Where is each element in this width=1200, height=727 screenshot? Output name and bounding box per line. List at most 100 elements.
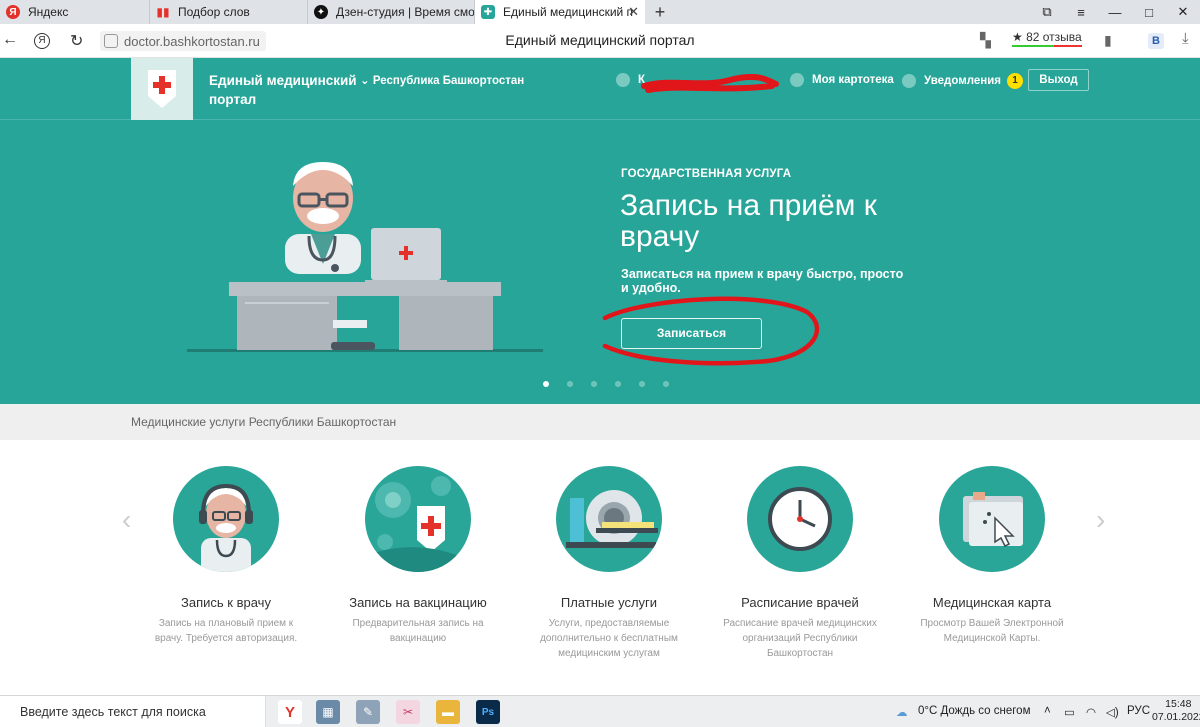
- menu-icon[interactable]: ≡: [1064, 5, 1098, 20]
- slider-dot[interactable]: [543, 381, 549, 387]
- my-card-link[interactable]: Моя картотека: [790, 73, 894, 87]
- tab-title: Единый медицинский п: [503, 5, 634, 19]
- chart-bars-icon: ▮▮: [156, 5, 170, 19]
- weather-icon[interactable]: ☁: [896, 705, 908, 719]
- service-title: Запись к врачу: [181, 595, 271, 610]
- file-explorer-taskbar-icon[interactable]: ▬: [436, 700, 460, 724]
- medical-shield-icon: ✚: [481, 5, 495, 19]
- portal-logo[interactable]: [131, 58, 193, 120]
- tab-title: Яндекс: [28, 5, 69, 19]
- service-title: Расписание врачей: [741, 595, 859, 610]
- yandex-browser-taskbar-icon[interactable]: Y: [278, 700, 302, 724]
- lock-icon: [104, 34, 118, 48]
- url-field[interactable]: doctor.bashkortostan.ru: [100, 31, 266, 51]
- service-card-paid-services[interactable]: Платные услуги Услуги, предоставляемые д…: [514, 466, 704, 661]
- site-name[interactable]: Единый медицинский портал: [209, 71, 359, 109]
- taskbar-clock[interactable]: 15:48 07.01.2022: [1152, 698, 1200, 724]
- medical-folder-icon: [939, 466, 1045, 572]
- carousel-prev-arrow[interactable]: ‹: [122, 506, 131, 534]
- slider-dot[interactable]: [639, 381, 645, 387]
- url-text: doctor.bashkortostan.ru: [124, 33, 260, 49]
- hero-title: Запись на приём к врачу: [620, 189, 877, 253]
- vk-extension-icon[interactable]: B: [1148, 33, 1164, 49]
- service-title: Платные услуги: [560, 595, 658, 610]
- service-description: Предварительная запись на вакцинацию: [352, 618, 484, 644]
- zen-icon: ✦: [314, 5, 328, 19]
- browser-tab-zen-studio[interactable]: ✦ Дзен-студия | Время смотр: [308, 0, 475, 24]
- browser-tab-medical-portal[interactable]: ✚ Единый медицинский п ✕: [475, 0, 645, 24]
- slider-dot[interactable]: [663, 381, 669, 387]
- notifications-link[interactable]: Уведомления 1: [902, 73, 1023, 89]
- bookmark-icon[interactable]: ▮: [1104, 32, 1112, 49]
- maximize-icon[interactable]: □: [1132, 5, 1166, 20]
- volume-icon[interactable]: ◁): [1106, 705, 1119, 719]
- download-icon[interactable]: ⤓: [1182, 30, 1189, 47]
- snipping-tool-taskbar-icon[interactable]: ✂: [396, 700, 420, 724]
- chevron-down-icon: ⌄: [360, 75, 373, 87]
- service-title: Медицинская карта: [932, 595, 1052, 610]
- windows-taskbar: Введите здесь текст для поиска Y ▦ ✎ ✂ ▬…: [0, 695, 1200, 727]
- browser-tab-strip: Я Яндекс ▮▮ Подбор слов ✦ Дзен-студия | …: [0, 0, 1200, 24]
- service-description: Услуги, предоставляемые дополнительно к …: [540, 618, 678, 659]
- weather-text[interactable]: 0°C Дождь со снегом: [918, 705, 1030, 717]
- tab-title: Дзен-студия | Время смотр: [336, 5, 475, 19]
- slider-dot[interactable]: [567, 381, 573, 387]
- portal-hero-section: Единый медицинский портал ⌄ Республика Б…: [0, 58, 1200, 404]
- service-description: Расписание врачей медицинских организаци…: [723, 618, 877, 659]
- list-icon: [790, 73, 804, 87]
- user-icon: [616, 73, 630, 87]
- service-description: Просмотр Вашей Электронной Медицинской К…: [920, 618, 1064, 644]
- mri-scanner-icon: [556, 466, 662, 572]
- redaction-scribble: [641, 74, 779, 93]
- window-controls: ⧉ ≡ — □ ✕: [1030, 0, 1200, 24]
- close-tab-icon[interactable]: ✕: [628, 4, 639, 20]
- logout-button[interactable]: Выход: [1028, 69, 1089, 91]
- sign-up-button[interactable]: Записаться: [621, 318, 762, 349]
- battery-icon[interactable]: ▭: [1064, 705, 1075, 719]
- region-label: Республика Башкортостан: [372, 75, 525, 87]
- paint-taskbar-icon[interactable]: ✎: [356, 700, 380, 724]
- services-section-title: Медицинские услуги Республики Башкортост…: [131, 415, 397, 429]
- carousel-next-arrow[interactable]: ›: [1096, 506, 1105, 534]
- service-description: Запись на плановый прием к врачу. Требуе…: [154, 618, 298, 644]
- services-section-bar: Медицинские услуги Республики Башкортост…: [0, 404, 1200, 440]
- translate-icon[interactable]: ▚: [980, 32, 991, 49]
- portal-header: Единый медицинский портал ⌄ Республика Б…: [0, 58, 1200, 120]
- region-selector[interactable]: ⌄ Республика Башкортостан: [360, 73, 524, 87]
- notifications-label: Уведомления: [924, 75, 1001, 87]
- browser-tab-yandex[interactable]: Я Яндекс: [0, 0, 150, 24]
- reload-icon[interactable]: ↻: [70, 31, 83, 51]
- medical-shield-logo-icon: [148, 70, 176, 108]
- notifications-badge: 1: [1007, 73, 1023, 89]
- new-tab-button[interactable]: +: [645, 0, 675, 24]
- hero-kicker: ГОСУДАРСТВЕННАЯ УСЛУГА: [621, 168, 792, 180]
- service-card-doctor-appointment[interactable]: Запись к врачу Запись на плановый прием …: [131, 466, 321, 646]
- slider-dot[interactable]: [591, 381, 597, 387]
- service-card-medical-record[interactable]: Медицинская карта Просмотр Вашей Электро…: [897, 466, 1087, 646]
- taskbar-search-input[interactable]: Введите здесь текст для поиска: [0, 696, 266, 727]
- service-card-doctor-schedule[interactable]: Расписание врачей Расписание врачей меди…: [705, 466, 895, 661]
- back-arrow-icon[interactable]: ←: [2, 31, 18, 49]
- slider-dot[interactable]: [615, 381, 621, 387]
- language-indicator[interactable]: РУС: [1127, 705, 1150, 717]
- tabs-overview-icon[interactable]: ⧉: [1030, 4, 1064, 20]
- doctor-headset-icon: [173, 466, 279, 572]
- slider-dots: [543, 381, 687, 387]
- reviews-link[interactable]: ★ 82 отзыва: [1012, 30, 1082, 47]
- clock-time: 15:48: [1165, 698, 1192, 710]
- tab-title: Подбор слов: [178, 5, 250, 19]
- doctor-at-desk-illustration: [187, 162, 543, 352]
- yandex-home-icon[interactable]: Я: [34, 33, 50, 49]
- address-bar: ← Я ↻ doctor.bashkortostan.ru Единый мед…: [0, 24, 1200, 58]
- photoshop-taskbar-icon[interactable]: Ps: [476, 700, 500, 724]
- tray-chevron-icon[interactable]: ˄: [1044, 705, 1051, 717]
- bell-icon: [902, 74, 916, 88]
- yandex-icon: Я: [6, 5, 20, 19]
- browser-tab-word-selection[interactable]: ▮▮ Подбор слов: [150, 0, 308, 24]
- close-window-icon[interactable]: ✕: [1166, 4, 1200, 20]
- calculator-taskbar-icon[interactable]: ▦: [316, 700, 340, 724]
- vaccine-virus-icon: [365, 466, 471, 572]
- wifi-icon[interactable]: ◠: [1086, 705, 1096, 719]
- service-card-vaccination[interactable]: Запись на вакцинацию Предварительная зап…: [323, 466, 513, 646]
- minimize-icon[interactable]: —: [1098, 5, 1132, 20]
